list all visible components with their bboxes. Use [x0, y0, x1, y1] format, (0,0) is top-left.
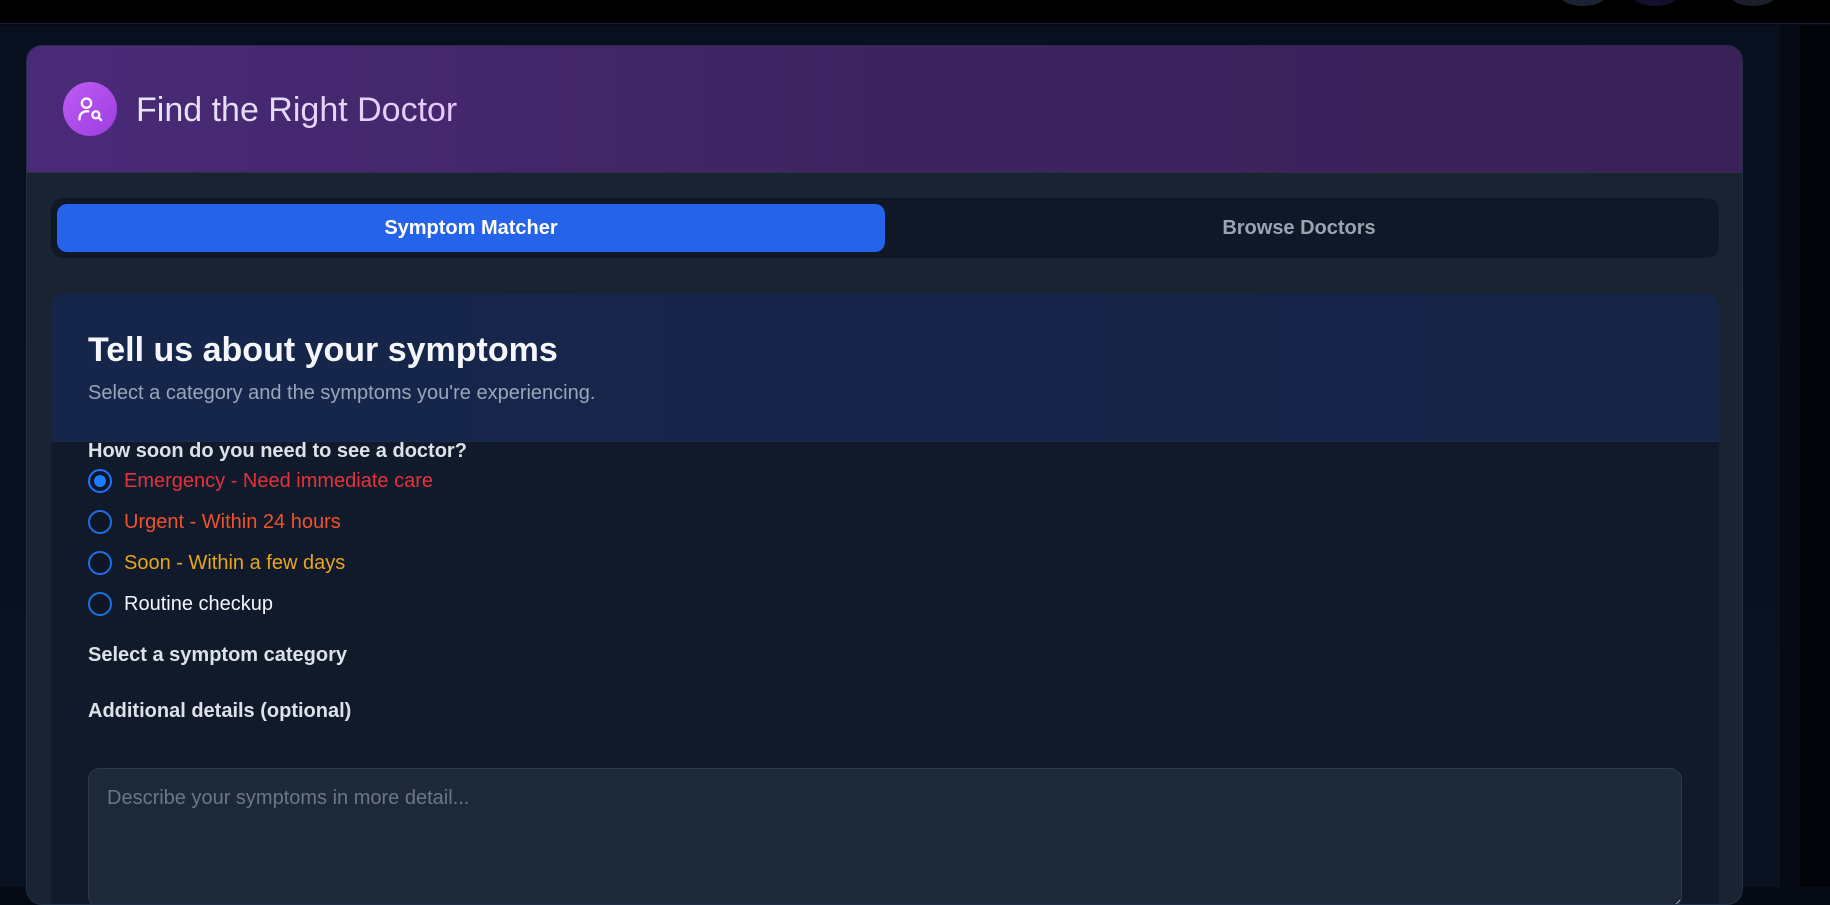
- urgency-option-label: Soon - Within a few days: [124, 551, 346, 574]
- tab-symptom-matcher[interactable]: Symptom Matcher: [57, 204, 885, 252]
- urgency-question-label: How soon do you need to see a doctor?: [88, 440, 467, 462]
- urgency-option-emergency[interactable]: Emergency - Need immediate care: [88, 466, 433, 496]
- scrollbar[interactable]: [1780, 25, 1830, 887]
- radio-soon[interactable]: [88, 551, 112, 575]
- urgency-option-soon[interactable]: Soon - Within a few days: [88, 548, 345, 578]
- doctor-finder-card: Find the Right Doctor Symptom Matcher Br…: [26, 45, 1743, 905]
- urgency-option-urgent[interactable]: Urgent - Within 24 hours: [88, 507, 341, 537]
- scrollbar-track: [1780, 25, 1800, 887]
- user-search-icon: [63, 82, 117, 136]
- browser-top-bar: [0, 0, 1830, 24]
- details-label: Additional details (optional): [88, 700, 352, 722]
- urgency-option-label: Emergency - Need immediate care: [124, 469, 434, 492]
- radio-urgent[interactable]: [88, 510, 112, 534]
- toolbar-avatar-1[interactable]: [1560, 0, 1606, 6]
- form-subheading: Select a category and the symptoms you'r…: [88, 382, 596, 404]
- urgency-option-routine[interactable]: Routine checkup: [88, 589, 273, 619]
- form-heading: Tell us about your symptoms: [88, 331, 558, 369]
- radio-routine[interactable]: [88, 592, 112, 616]
- card-header: Find the Right Doctor: [27, 46, 1742, 173]
- urgency-option-label: Routine checkup: [124, 592, 273, 615]
- page-title: Find the Right Doctor: [136, 88, 457, 132]
- form-header: Tell us about your symptoms Select a cat…: [51, 294, 1719, 442]
- toolbar-avatar-3[interactable]: [1730, 0, 1776, 6]
- toolbar-avatar-2[interactable]: [1632, 0, 1678, 6]
- mode-tabs: Symptom Matcher Browse Doctors: [51, 198, 1719, 258]
- radio-emergency[interactable]: [88, 469, 112, 493]
- symptom-details-textarea[interactable]: [88, 768, 1682, 904]
- urgency-option-label: Urgent - Within 24 hours: [124, 510, 341, 533]
- symptom-category-label: Select a symptom category: [88, 644, 347, 666]
- tab-browse-doctors[interactable]: Browse Doctors: [885, 204, 1713, 252]
- symptom-form-panel: Tell us about your symptoms Select a cat…: [51, 294, 1719, 904]
